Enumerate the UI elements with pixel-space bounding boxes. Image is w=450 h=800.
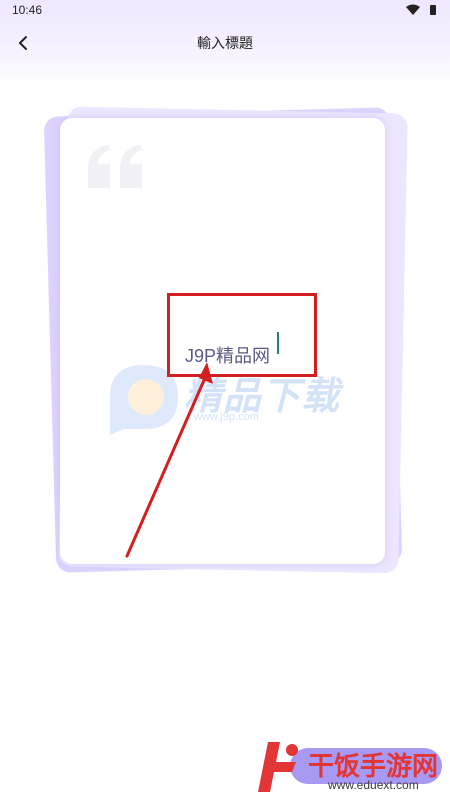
chevron-left-icon: [19, 36, 27, 50]
wifi-icon: [406, 4, 420, 15]
battery-icon: [430, 5, 436, 15]
quote-icon: [88, 144, 142, 188]
highlight-box: [167, 293, 317, 377]
watermark-badge-icon: [258, 742, 298, 792]
back-button[interactable]: [8, 28, 38, 58]
nav-bar: 輸入標題: [0, 24, 450, 64]
status-bar: 10:46: [0, 0, 450, 20]
bottom-watermark: 干饭手游网 www.eduext.com: [250, 738, 450, 800]
watermark-url: www.eduext.com: [328, 778, 419, 792]
status-icons: [406, 4, 436, 15]
page-title: 輸入標題: [197, 35, 253, 51]
status-time: 10:46: [12, 3, 43, 17]
watermark-url: www.j9p.com: [194, 411, 259, 423]
